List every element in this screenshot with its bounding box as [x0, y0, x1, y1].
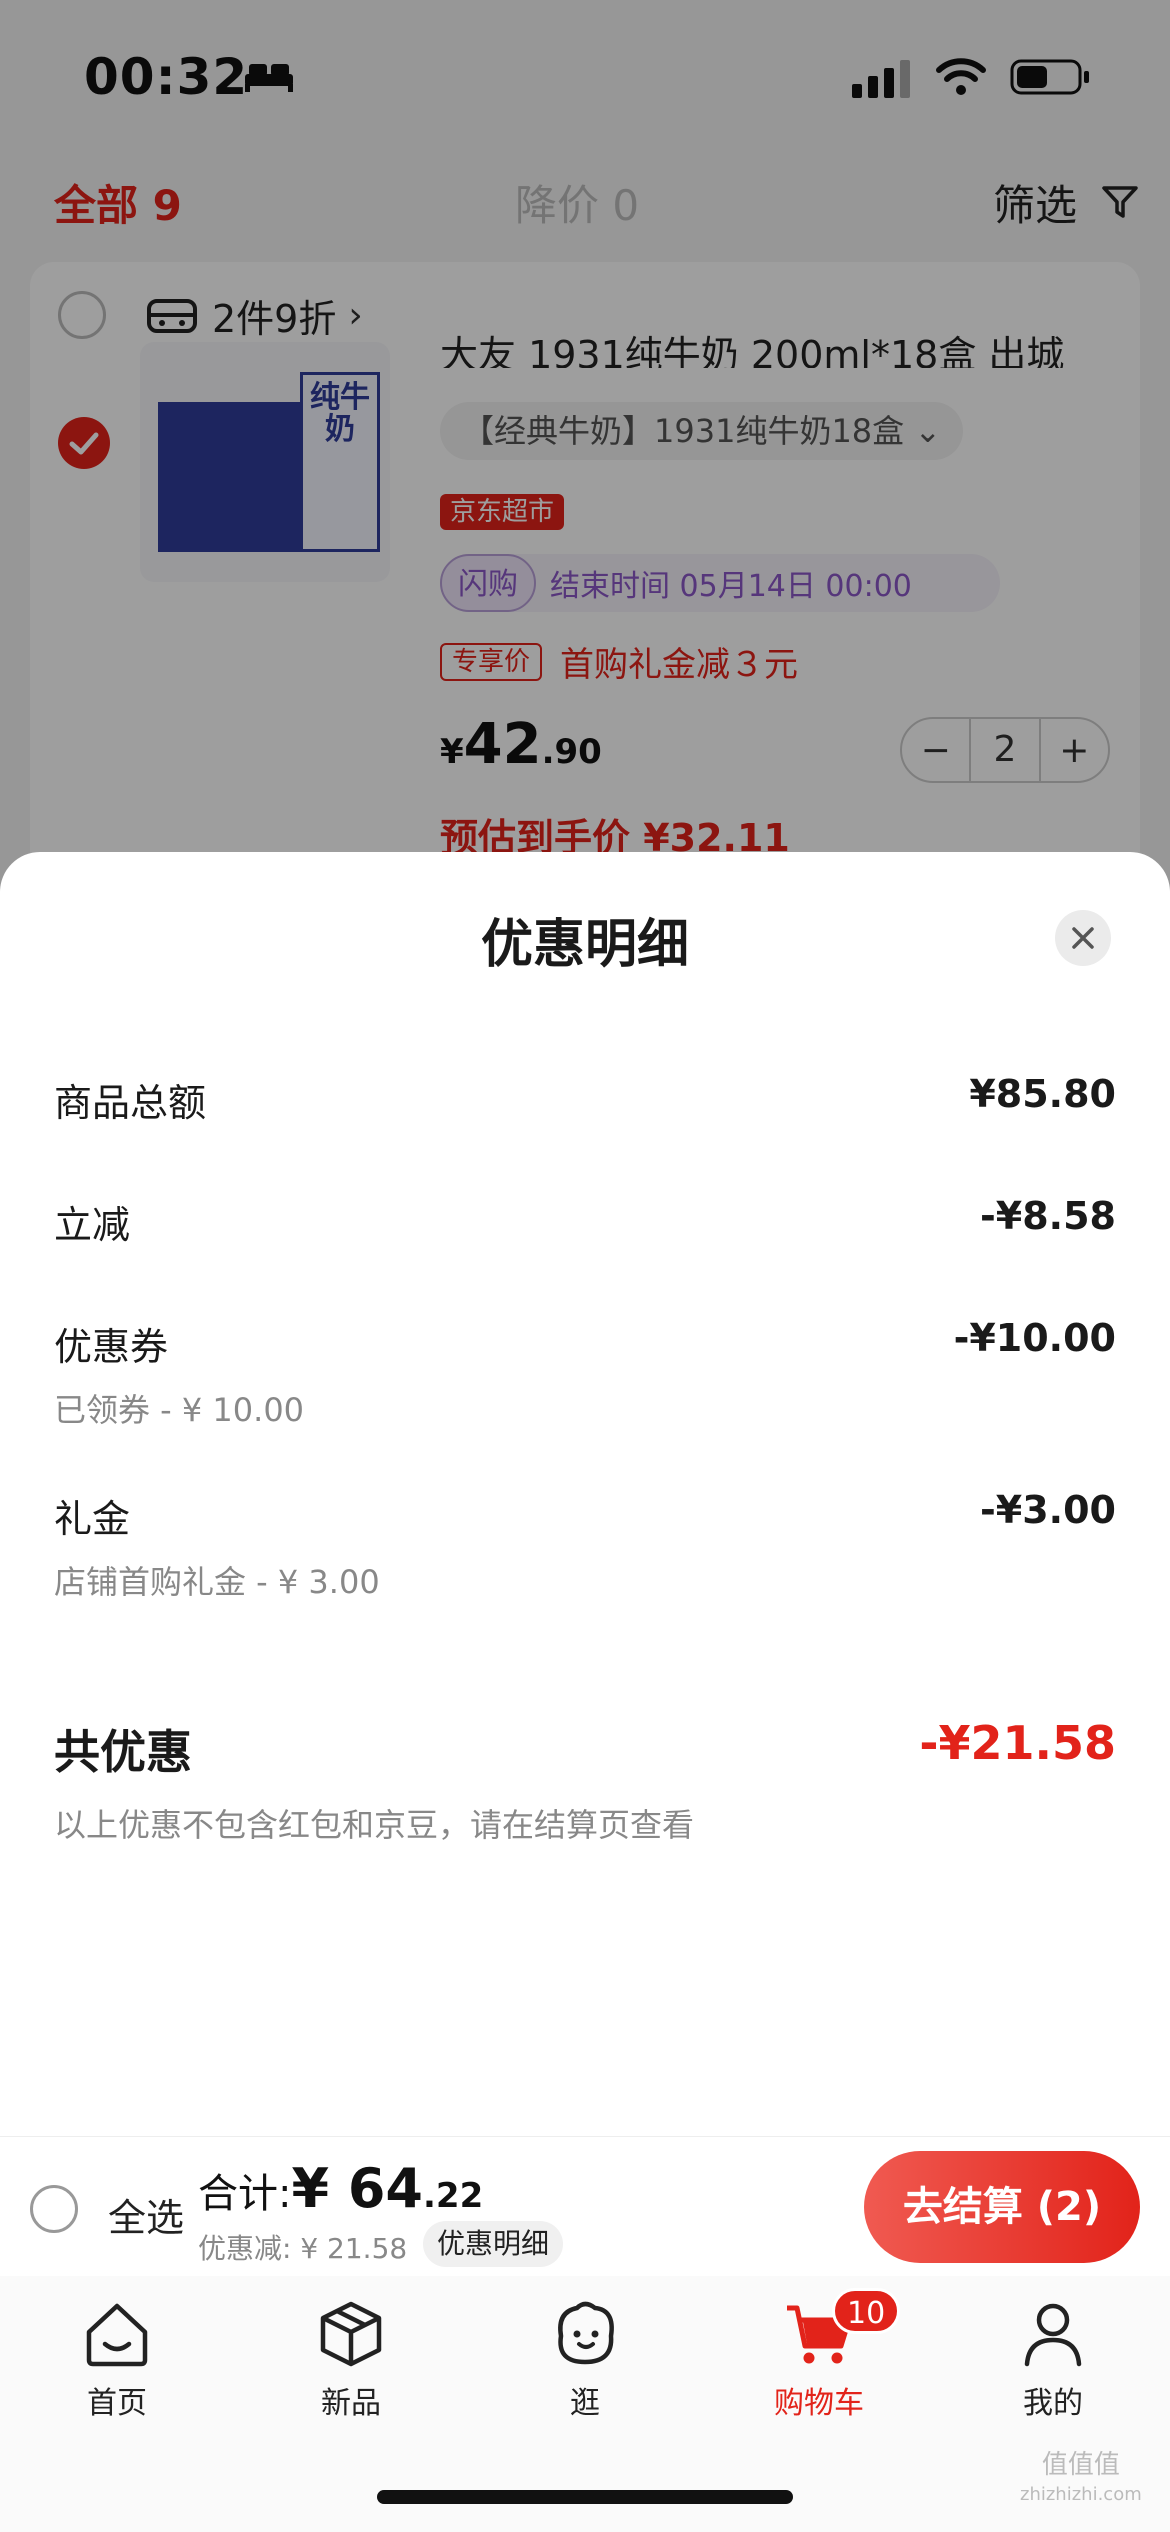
tab-label: 首页	[87, 2386, 147, 2421]
total-integer: 64	[347, 2157, 424, 2220]
row-value: -¥8.58	[980, 1194, 1116, 1238]
watermark-line-2: zhizhizhi.com	[1020, 2484, 1142, 2505]
tab-label: 我的	[1023, 2386, 1083, 2421]
total-amount: 合计:¥ 64.22	[198, 2157, 483, 2220]
total-discount-value: -¥21.58	[919, 1716, 1116, 1770]
row-label: 商品总额	[54, 1081, 207, 1125]
total-symbol: ¥	[291, 2157, 348, 2220]
checkout-bar: 全选 合计:¥ 64.22 优惠减: ¥ 21.58 优惠明细 去结算 (2)	[0, 2136, 1170, 2276]
cart-count-badge: 10	[832, 2288, 901, 2334]
row-value: -¥10.00	[953, 1316, 1116, 1360]
tab-label: 逛	[570, 2386, 600, 2421]
row-instant-discount: 立减 -¥8.58	[54, 1194, 1116, 1249]
row-sub: 店铺首购礼金 - ¥ 3.00	[54, 1563, 380, 1601]
discount-summary: 优惠减: ¥ 21.58	[198, 2232, 408, 2265]
total-discount-note: 以上优惠不包含红包和京豆，请在结算页查看	[54, 1806, 695, 1844]
row-sub: 已领券 - ¥ 10.00	[54, 1391, 305, 1429]
tab-cart[interactable]: 10 购物车	[744, 2288, 901, 2422]
row-total-discount: 共优惠 -¥21.58 以上优惠不包含红包和京豆，请在结算页查看	[54, 1716, 1116, 1846]
row-item-total: 商品总额 ¥85.80	[54, 1072, 1116, 1127]
row-coupon: 优惠券 已领券 - ¥ 10.00 -¥10.00	[54, 1316, 1116, 1431]
sheet-title: 优惠明细	[480, 915, 689, 975]
close-button[interactable]	[1055, 910, 1111, 966]
person-icon	[1024, 2303, 1082, 2367]
row-label: 礼金	[54, 1497, 131, 1541]
tab-label: 购物车	[774, 2386, 864, 2421]
site-watermark: 值值值 zhizhizhi.com	[1020, 2450, 1142, 2510]
home-icon	[86, 2303, 148, 2367]
discount-detail-button[interactable]: 优惠明细	[423, 2221, 564, 2267]
total-label: 合计:	[198, 2171, 292, 2217]
tab-profile[interactable]: 我的	[978, 2296, 1128, 2422]
home-indicator[interactable]	[377, 2490, 793, 2504]
row-gift-money: 礼金 店铺首购礼金 - ¥ 3.00 -¥3.00	[54, 1488, 1116, 1603]
tab-new-products[interactable]: 新品	[276, 2296, 426, 2422]
select-all-label[interactable]: 全选	[108, 2187, 184, 2242]
watermark-line-1: 值值值	[1041, 2450, 1120, 2480]
row-label: 立减	[54, 1203, 131, 1247]
row-value: -¥3.00	[980, 1488, 1116, 1532]
tab-home[interactable]: 首页	[42, 2296, 192, 2422]
row-value: ¥85.80	[969, 1072, 1116, 1116]
face-icon	[558, 2301, 614, 2365]
tab-label: 新品	[321, 2386, 381, 2421]
close-icon	[1072, 927, 1094, 949]
total-decimal: .22	[423, 2176, 484, 2216]
select-all-checkbox[interactable]	[30, 2185, 78, 2233]
checkout-button[interactable]: 去结算 (2)	[864, 2151, 1140, 2263]
box-icon	[320, 2301, 382, 2367]
tab-browse[interactable]: 逛	[510, 2296, 660, 2422]
